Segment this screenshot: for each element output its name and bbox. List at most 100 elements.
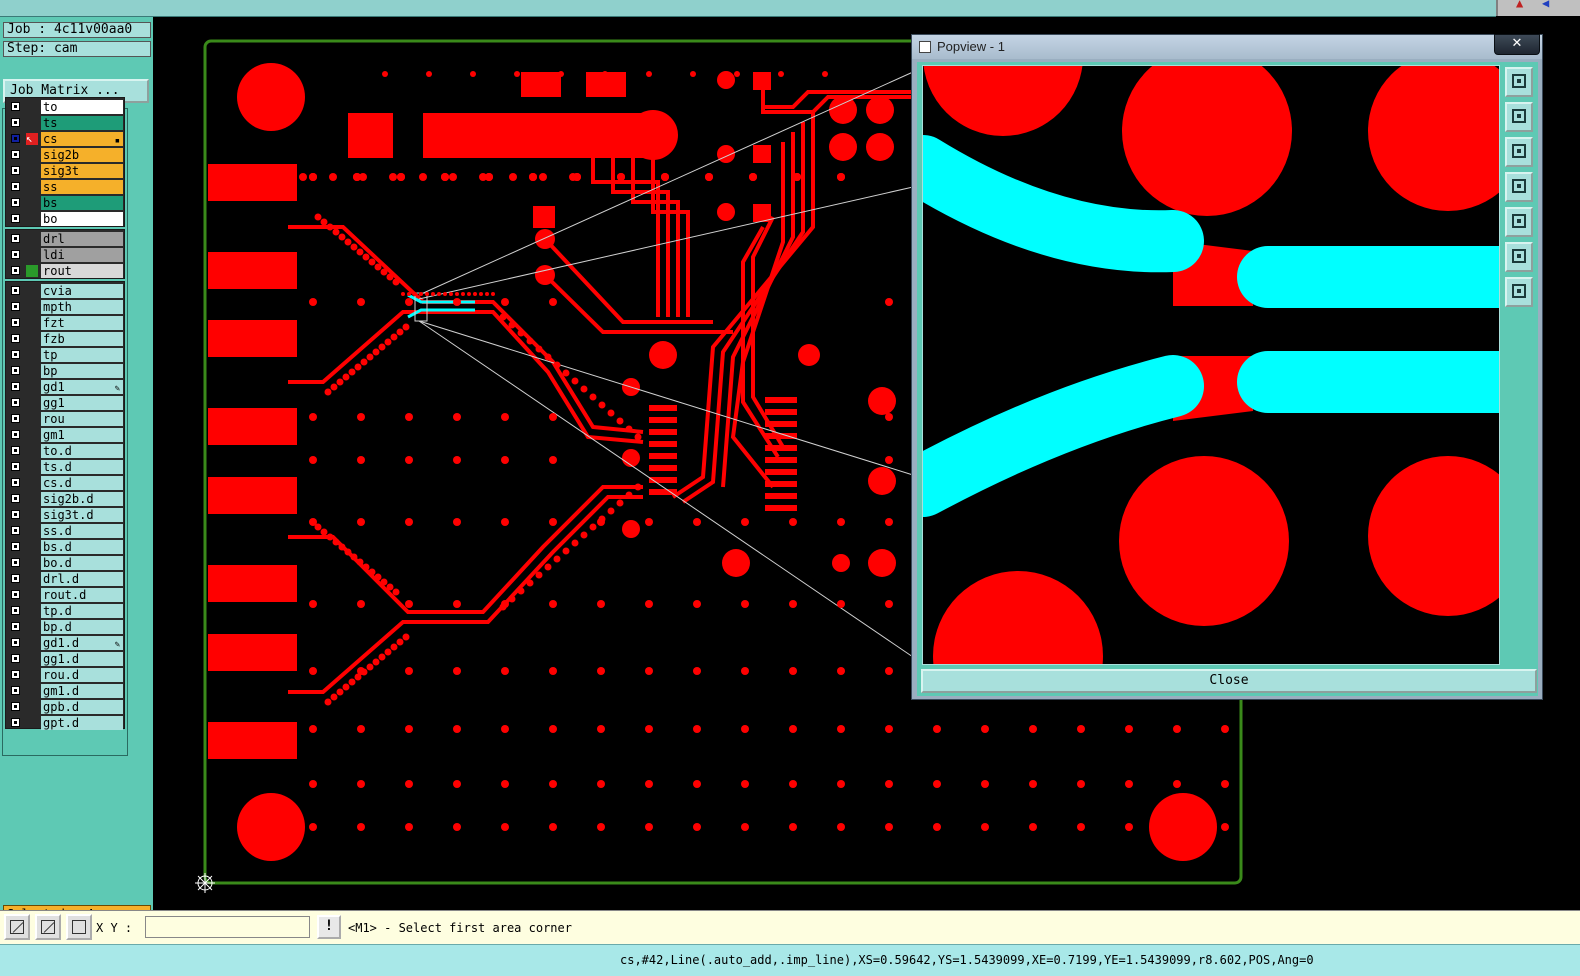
layer-checkbox[interactable] (11, 234, 20, 243)
layer-row-bo-d[interactable]: bo.d (6, 555, 124, 571)
layer-checkbox[interactable] (11, 702, 20, 711)
layer-name[interactable]: rou (41, 412, 123, 426)
graphics-canvas[interactable]: Popview - 1 ✕ Close (153, 17, 1580, 910)
layer-row-gm1-d[interactable]: gm1.d (6, 683, 124, 699)
layer-checkbox[interactable] (11, 366, 20, 375)
layer-checkbox[interactable] (11, 558, 20, 567)
popview-window[interactable]: Popview - 1 ✕ Close (911, 34, 1543, 700)
measure-icon[interactable] (35, 914, 61, 940)
layer-row-sig3t[interactable]: sig3t (6, 163, 124, 179)
layer-checkbox[interactable] (11, 334, 20, 343)
layer-name[interactable]: gg1.d (41, 652, 123, 666)
layer-row-drl[interactable]: drl (6, 231, 124, 247)
layer-checkbox[interactable] (11, 198, 20, 207)
layer-name[interactable]: gg1 (41, 396, 123, 410)
layer-row-cvia[interactable]: cvia (6, 283, 124, 299)
xy-input[interactable] (145, 916, 310, 938)
layer-indicator[interactable] (26, 717, 38, 729)
layer-name[interactable]: ts.d (41, 460, 123, 474)
layer-name[interactable]: fzb (41, 332, 123, 346)
layer-name[interactable]: ss (41, 180, 123, 194)
layer-name[interactable]: rou.d (41, 668, 123, 682)
layer-checkbox[interactable] (11, 718, 20, 727)
layer-row-cs-d[interactable]: cs.d (6, 475, 124, 491)
layer-checkbox[interactable] (11, 478, 20, 487)
layer-name[interactable]: rout (41, 264, 123, 278)
layer-checkbox[interactable] (11, 150, 20, 159)
layer-name[interactable]: sig3t (41, 164, 123, 178)
layer-name[interactable]: sig3t.d (41, 508, 123, 522)
layer-checkbox[interactable] (11, 510, 20, 519)
layer-checkbox[interactable] (11, 462, 20, 471)
grid-snap-icon[interactable] (66, 914, 92, 940)
layer-checkbox[interactable] (11, 118, 20, 127)
layer-name[interactable]: ts (41, 116, 123, 130)
pan-right-icon[interactable] (1505, 207, 1533, 237)
layer-row-gm1[interactable]: gm1 (6, 427, 124, 443)
layer-indicator[interactable] (26, 701, 38, 713)
layer-name[interactable]: rout.d (41, 588, 123, 602)
layer-row-ts[interactable]: ts (6, 115, 124, 131)
layer-name[interactable]: drl (41, 232, 123, 246)
layer-row-sig3t-d[interactable]: sig3t.d (6, 507, 124, 523)
layer-checkbox[interactable] (11, 414, 20, 423)
layer-row-ts-d[interactable]: ts.d (6, 459, 124, 475)
layer-row-ss[interactable]: ss (6, 179, 124, 195)
layer-name[interactable]: sig2b.d (41, 492, 123, 506)
pan-left-icon[interactable] (1505, 172, 1533, 202)
layer-checkbox[interactable] (11, 214, 20, 223)
warning-button[interactable]: ! (317, 915, 341, 939)
zoom-out-icon[interactable] (1505, 137, 1533, 167)
select-mode-icon[interactable] (4, 914, 30, 940)
layer-row-rout[interactable]: rout (6, 263, 124, 279)
layer-row-gg1[interactable]: gg1 (6, 395, 124, 411)
layer-indicator[interactable] (26, 477, 38, 489)
layer-checkbox[interactable] (11, 670, 20, 679)
layer-indicator[interactable] (26, 413, 38, 425)
layer-checkbox[interactable] (11, 526, 20, 535)
layer-indicator[interactable] (26, 589, 38, 601)
popview-close-button[interactable]: Close (921, 669, 1537, 693)
layer-indicator[interactable] (26, 573, 38, 585)
layer-checkbox[interactable] (11, 166, 20, 175)
layer-name[interactable]: cs.d (41, 476, 123, 490)
layer-name[interactable]: bs (41, 196, 123, 210)
layer-row-ss-d[interactable]: ss.d (6, 523, 124, 539)
layer-checkbox[interactable] (11, 494, 20, 503)
layer-indicator[interactable] (26, 493, 38, 505)
layer-indicator[interactable] (26, 317, 38, 329)
layer-name[interactable]: gpt.d (41, 716, 123, 730)
layer-indicator[interactable] (26, 541, 38, 553)
layer-name[interactable]: cs ▪ (41, 132, 123, 146)
layer-indicator[interactable] (26, 265, 38, 277)
layer-name[interactable]: to (41, 100, 123, 114)
layer-indicator[interactable] (26, 397, 38, 409)
layer-row-rout-d[interactable]: rout.d (6, 587, 124, 603)
layer-name[interactable]: ldi (41, 248, 123, 262)
layer-name[interactable]: gd1.d ✎ (41, 636, 123, 650)
layer-indicator[interactable] (26, 301, 38, 313)
layer-row-rou-d[interactable]: rou.d (6, 667, 124, 683)
layer-checkbox[interactable] (11, 590, 20, 599)
layer-checkbox[interactable] (11, 430, 20, 439)
fit-icon[interactable] (1505, 242, 1533, 272)
zoom-in-icon[interactable] (1505, 102, 1533, 132)
top-right-widget[interactable]: ▲ ◀ (1496, 0, 1580, 16)
layer-checkbox[interactable] (11, 302, 20, 311)
layer-row-bs-d[interactable]: bs.d (6, 539, 124, 555)
layer-checkbox[interactable] (11, 318, 20, 327)
layer-row-cs[interactable]: ↖ cs ▪ (6, 131, 124, 147)
layer-row-gg1-d[interactable]: gg1.d (6, 651, 124, 667)
layer-row-gpb-d[interactable]: gpb.d (6, 699, 124, 715)
layer-indicator[interactable] (26, 285, 38, 297)
layer-indicator[interactable] (26, 181, 38, 193)
layer-name[interactable]: gm1.d (41, 684, 123, 698)
layer-row-rou[interactable]: rou (6, 411, 124, 427)
layer-checkbox[interactable] (11, 382, 20, 391)
zoom-home-icon[interactable] (1505, 67, 1533, 97)
layer-checkbox[interactable] (11, 134, 20, 143)
affected-arrow-icon[interactable]: ↖ (26, 133, 38, 145)
layer-checkbox[interactable] (11, 638, 20, 647)
layer-indicator[interactable] (26, 197, 38, 209)
layer-name[interactable]: sig2b (41, 148, 123, 162)
